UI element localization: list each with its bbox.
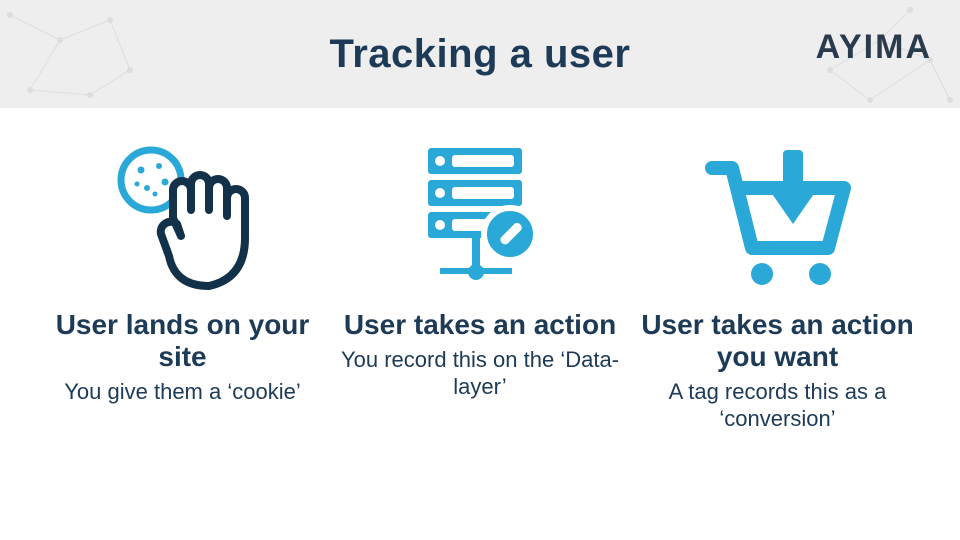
step-subtitle: A tag records this as a ‘conversion’ xyxy=(633,379,923,432)
slide-title: Tracking a user xyxy=(330,32,631,77)
steps-row: User lands on your site You give them a … xyxy=(0,108,960,432)
slide-header: Tracking a user AYIMA xyxy=(0,0,960,108)
step-title: User takes an action you want xyxy=(633,309,923,373)
step-3: User takes an action you want A tag reco… xyxy=(633,133,923,432)
step-title: User lands on your site xyxy=(38,309,328,373)
step-2: User takes an action You record this on … xyxy=(335,133,625,432)
network-deco-icon xyxy=(0,0,150,108)
step-title: User takes an action xyxy=(335,309,625,341)
step-subtitle: You give them a ‘cookie’ xyxy=(38,379,328,405)
step-subtitle: You record this on the ‘Data-layer’ xyxy=(335,347,625,400)
server-action-icon xyxy=(335,133,625,303)
cookie-hand-icon xyxy=(38,133,328,303)
step-1: User lands on your site You give them a … xyxy=(38,133,328,432)
brand-logo: AYIMA xyxy=(816,28,932,67)
cart-conversion-icon xyxy=(633,133,923,303)
